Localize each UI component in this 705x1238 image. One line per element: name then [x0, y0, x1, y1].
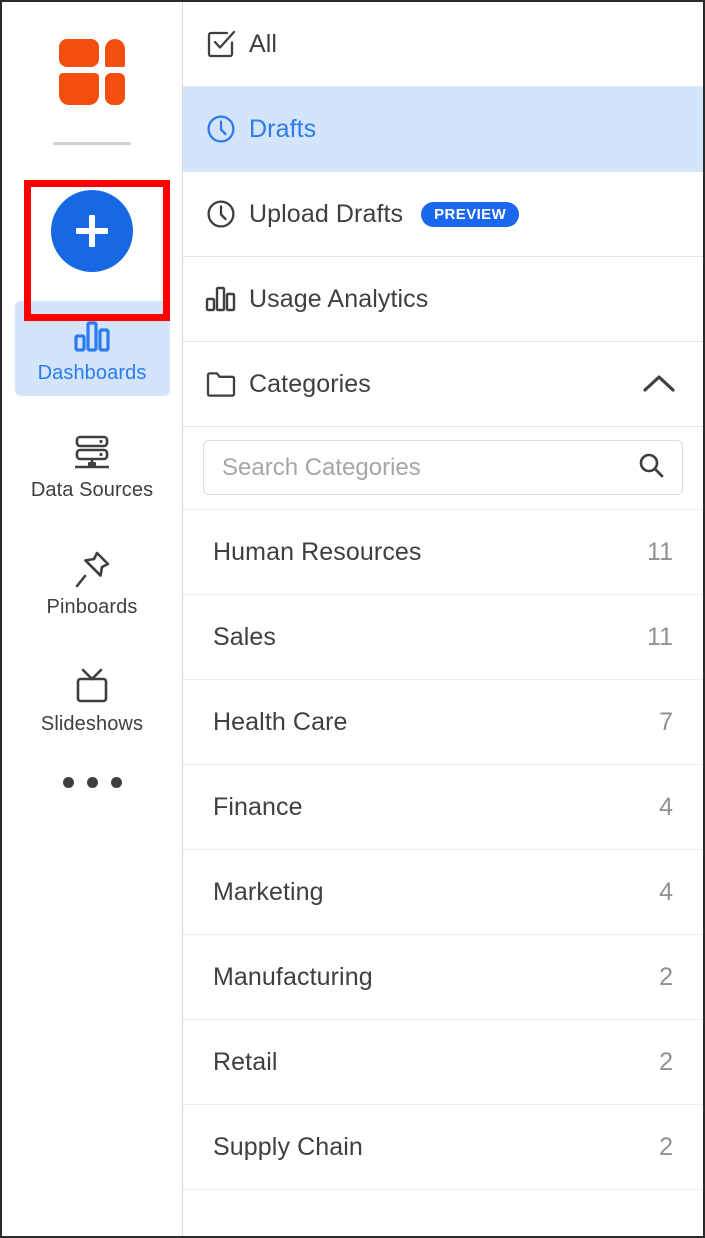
checkbox-checked-icon	[205, 28, 249, 60]
category-count: 2	[659, 1132, 673, 1161]
category-name: Retail	[213, 1047, 278, 1076]
app-logo[interactable]	[2, 2, 182, 142]
more-horizontal-icon	[62, 776, 74, 788]
category-count: 4	[659, 877, 673, 906]
bar-chart-icon	[70, 314, 114, 358]
chevron-up-icon[interactable]	[637, 369, 681, 399]
category-row[interactable]: Manufacturing 2	[183, 935, 703, 1019]
sidebar-item-label: Data Sources	[30, 479, 154, 501]
clock-icon	[205, 198, 249, 230]
categories-list: Human Resources 11 Sales 11 Health Care …	[183, 510, 703, 1232]
category-count: 2	[659, 962, 673, 991]
search-icon[interactable]	[636, 450, 666, 485]
menu-item-label: Upload Drafts	[249, 199, 404, 228]
create-button[interactable]	[51, 190, 133, 272]
category-count: 4	[659, 792, 673, 821]
categories-section-header[interactable]: Categories	[183, 342, 703, 426]
category-row[interactable]: Supply Chain 2	[183, 1105, 703, 1189]
menu-item-drafts[interactable]: Drafts	[183, 87, 703, 171]
category-count: 11	[647, 622, 673, 651]
menu-item-usage-analytics[interactable]: Usage Analytics	[183, 257, 703, 341]
category-count: 2	[659, 1047, 673, 1076]
plus-icon	[72, 211, 112, 251]
app-window: Dashboards Data Sources Pinboards Slides…	[0, 0, 705, 1238]
search-categories-box[interactable]	[203, 440, 683, 495]
category-name: Finance	[213, 792, 303, 821]
dashboards-side-panel: All Drafts Upload Drafts PREVIEW Usage A…	[183, 2, 703, 1236]
menu-item-upload-drafts[interactable]: Upload Drafts PREVIEW	[183, 172, 703, 256]
categories-label: Categories	[249, 369, 371, 398]
clock-icon	[205, 113, 249, 145]
tv-icon	[70, 665, 114, 709]
sidebar-item-dashboards[interactable]: Dashboards	[14, 301, 170, 396]
grid-logo-icon	[59, 39, 125, 105]
create-button-slot	[2, 161, 182, 301]
sidebar-item-label: Slideshows	[40, 713, 144, 735]
category-row[interactable]: Human Resources 11	[183, 510, 703, 594]
category-row[interactable]: Health Care 7	[183, 680, 703, 764]
category-row[interactable]: Retail 2	[183, 1020, 703, 1104]
more-horizontal-icon	[86, 776, 98, 788]
search-categories-wrap	[183, 427, 703, 509]
sidebar-more-button[interactable]	[2, 747, 182, 817]
menu-item-label: All	[249, 29, 278, 58]
category-row[interactable]: Sales 11	[183, 595, 703, 679]
status-badge: PREVIEW	[421, 201, 520, 227]
sidebar-item-pinboards[interactable]: Pinboards	[15, 535, 170, 630]
menu-item-all[interactable]: All	[183, 2, 703, 86]
folder-icon	[205, 370, 249, 398]
category-name: Marketing	[213, 877, 324, 906]
search-input[interactable]	[222, 453, 636, 482]
sidebar-item-data-sources[interactable]: Data Sources	[15, 418, 170, 513]
rail-divider	[53, 142, 131, 145]
menu-item-label: Drafts	[249, 114, 317, 143]
left-nav-rail: Dashboards Data Sources Pinboards Slides…	[2, 2, 183, 1236]
sidebar-item-label: Pinboards	[46, 596, 138, 618]
category-row-partial[interactable]	[183, 1190, 703, 1232]
category-name: Supply Chain	[213, 1132, 363, 1161]
category-name: Human Resources	[213, 537, 422, 566]
sidebar-item-label: Dashboards	[37, 362, 147, 384]
bar-chart-icon	[205, 285, 249, 313]
pushpin-icon	[70, 548, 114, 592]
category-count: 7	[659, 707, 673, 736]
category-name: Health Care	[213, 707, 348, 736]
category-name: Sales	[213, 622, 277, 651]
more-horizontal-icon	[110, 776, 122, 788]
menu-item-label: Usage Analytics	[249, 284, 429, 313]
category-name: Manufacturing	[213, 962, 373, 991]
database-icon	[69, 431, 115, 475]
sidebar-item-slideshows[interactable]: Slideshows	[15, 652, 170, 747]
category-row[interactable]: Marketing 4	[183, 850, 703, 934]
category-row[interactable]: Finance 4	[183, 765, 703, 849]
category-count: 11	[647, 537, 673, 566]
